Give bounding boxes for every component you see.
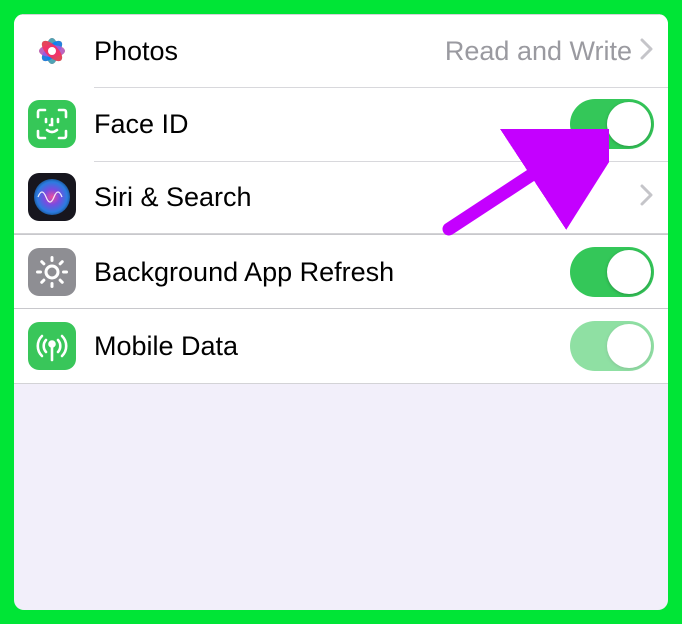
row-siri-label: Siri & Search	[94, 182, 640, 213]
row-photos-value: Read and Write	[445, 36, 632, 67]
row-photos[interactable]: Photos Read and Write	[14, 15, 668, 87]
chevron-right-icon	[640, 38, 654, 65]
faceid-icon	[28, 100, 76, 148]
row-photos-label: Photos	[94, 36, 445, 67]
chevron-right-icon	[640, 184, 654, 211]
toggle-faceid[interactable]	[570, 99, 654, 149]
settings-group-1: Photos Read and Write	[14, 14, 668, 234]
row-faceid-label: Face ID	[94, 109, 570, 140]
photos-icon	[28, 27, 76, 75]
settings-panel: Photos Read and Write	[14, 14, 668, 610]
settings-group-2: Background App Refresh Mobile Data	[14, 234, 668, 384]
row-background-refresh-label: Background App Refresh	[94, 257, 570, 288]
toggle-mobile-data[interactable]	[570, 321, 654, 371]
row-background-refresh[interactable]: Background App Refresh	[14, 235, 668, 309]
gear-icon	[28, 248, 76, 296]
row-siri[interactable]: Siri & Search	[14, 161, 668, 233]
toggle-background-refresh[interactable]	[570, 247, 654, 297]
siri-icon	[28, 173, 76, 221]
row-faceid[interactable]: Face ID	[14, 87, 668, 161]
antenna-icon	[28, 322, 76, 370]
row-mobile-data-label: Mobile Data	[94, 331, 570, 362]
row-mobile-data[interactable]: Mobile Data	[14, 309, 668, 383]
